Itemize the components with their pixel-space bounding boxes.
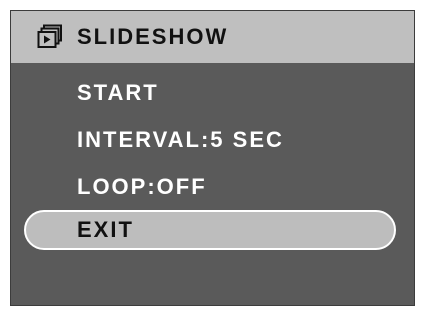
slideshow-icon (37, 24, 62, 48)
menu-header: SLIDESHOW (11, 11, 414, 63)
menu-item-interval[interactable]: INTERVAL:5 SEC (77, 129, 284, 151)
menu-item-exit[interactable]: EXIT (77, 219, 134, 241)
slideshow-menu-screen: SLIDESHOW START INTERVAL:5 SEC LOOP:OFF … (10, 10, 415, 306)
menu-item-loop[interactable]: LOOP:OFF (77, 176, 207, 198)
menu-item-start[interactable]: START (77, 82, 159, 104)
menu-title: SLIDESHOW (77, 24, 229, 49)
